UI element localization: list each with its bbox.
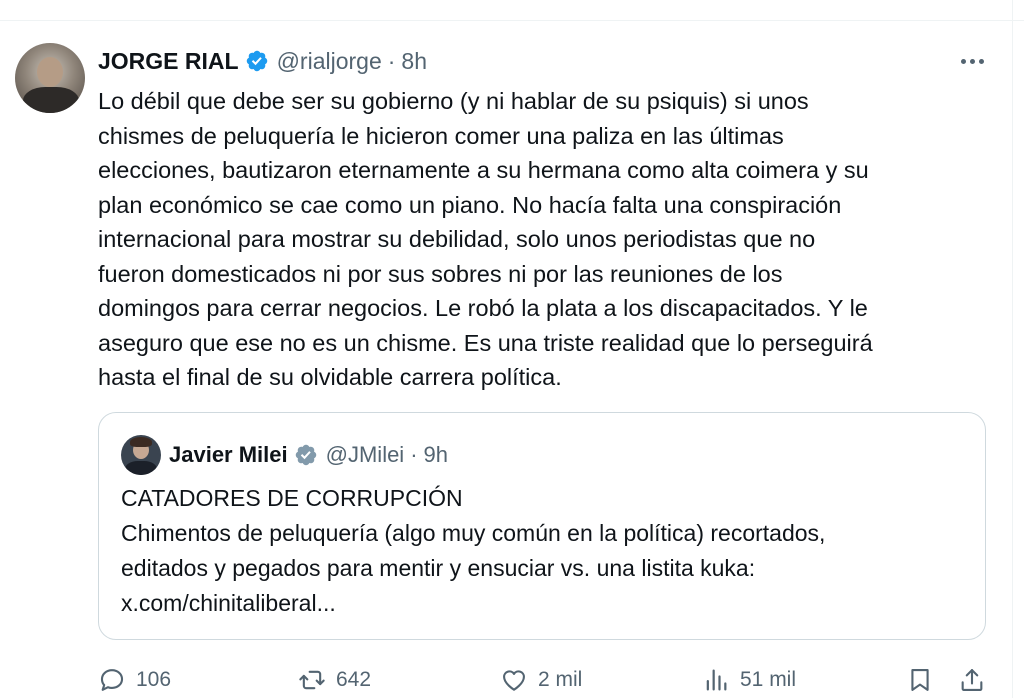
tweet-text-line: domingos para cerrar negocios. Le robó l… [98, 295, 868, 321]
tweet-text-line: aseguro que ese no es un chisme. Es una … [98, 329, 873, 356]
share-icon [961, 669, 983, 691]
tweet-text-line: elecciones, bautizaron eternamente a su … [98, 157, 869, 183]
tweet-text-line: chismes de peluquería le hicieron comer … [98, 122, 784, 149]
quoted-tweet-text: CATADORES DE CORRUPCIÓN Chimentos de pel… [121, 481, 971, 621]
more-dots-icon[interactable] [956, 48, 988, 74]
quoted-header-separator: · [410, 442, 418, 467]
quoted-author-handle[interactable]: @JMilei [326, 442, 405, 468]
quoted-tweet-header: Javier Milei @JMilei · 9h [169, 439, 448, 471]
views-count: 51 mil [740, 668, 797, 691]
verified-badge-gray-icon[interactable] [294, 443, 318, 467]
reply-count: 106 [136, 668, 172, 691]
quoted-tweet-timestamp[interactable]: 9h [424, 442, 448, 468]
repost-button[interactable]: 642 [298, 662, 371, 698]
tweet-text: Lo débil que debe ser su gobierno (y ni … [98, 84, 998, 395]
quoted-author-name[interactable]: Javier Milei [169, 442, 288, 468]
right-divider [1012, 0, 1013, 698]
quoted-text-link[interactable]: x.com/chinitaliberal... [121, 586, 971, 621]
author-avatar[interactable] [15, 43, 85, 113]
retweet-icon [299, 670, 325, 690]
repost-count: 642 [336, 668, 372, 691]
author-handle[interactable]: @rialjorge [277, 48, 382, 75]
tweet-text-line: plan económico se cae como un piano. No … [98, 191, 842, 218]
quoted-text-line: editados y pegados para mentir y ensucia… [121, 555, 756, 581]
reply-icon [100, 669, 124, 691]
verified-badge-icon[interactable] [245, 49, 269, 73]
tweet-text-line: internacional para mostrar su debilidad,… [98, 226, 816, 252]
heart-icon [503, 670, 525, 691]
tweet-actions-bar: 106 642 2 mil 51 mil [98, 662, 988, 698]
quoted-text-line: CATADORES DE CORRUPCIÓN [121, 485, 463, 511]
quoted-author-avatar[interactable] [121, 435, 161, 475]
tweet-header: JORGE RIAL @rialjorge · 8h [98, 44, 427, 78]
like-count: 2 mil [538, 668, 583, 691]
bookmark-icon [911, 669, 929, 691]
tweet-text-line: fueron domesticados ni por sus sobres ni… [98, 260, 783, 287]
tweet-text-line: hasta el final de su olvidable carrera p… [98, 364, 562, 390]
views-button[interactable]: 51 mil [702, 662, 796, 698]
bookmark-button[interactable] [906, 662, 934, 698]
top-divider [0, 20, 1024, 21]
header-separator: · [387, 47, 396, 74]
share-button[interactable] [958, 662, 986, 698]
tweet-timestamp[interactable]: 8h [401, 48, 427, 75]
quoted-tweet-card[interactable]: Javier Milei @JMilei · 9h CATADORES DE C… [98, 412, 986, 640]
like-button[interactable]: 2 mil [500, 662, 582, 698]
author-name[interactable]: JORGE RIAL [98, 48, 239, 75]
tweet-text-line: Lo débil que debe ser su gobierno (y ni … [98, 88, 809, 114]
views-chart-icon [706, 669, 727, 691]
quoted-text-line: Chimentos de peluquería (algo muy común … [121, 520, 826, 546]
reply-button[interactable]: 106 [98, 662, 171, 698]
